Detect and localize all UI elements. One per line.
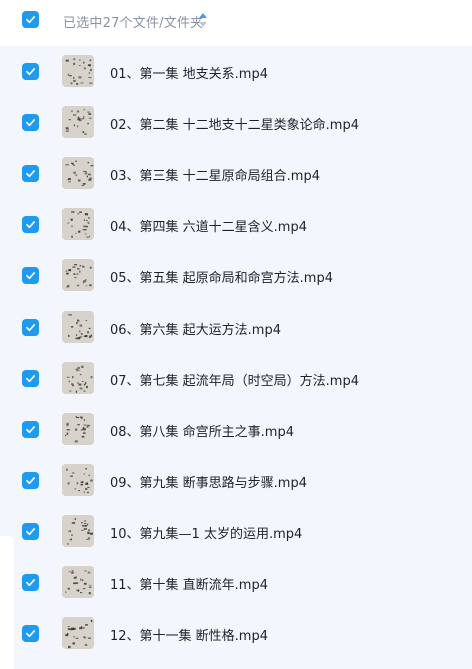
check-icon [26,476,35,484]
file-row[interactable]: 10、第九集—1 太岁的运用.mp4 [0,506,472,557]
file-name[interactable]: 04、第四集 六道十二星含义.mp4 [110,216,307,235]
file-checkbox[interactable] [22,216,39,234]
file-name[interactable]: 01、第一集 地支关系.mp4 [110,63,268,82]
file-row[interactable]: 11、第十集 直断流年.mp4 [0,557,472,608]
file-checkbox[interactable] [22,420,39,438]
video-thumbnail [62,310,94,343]
file-row[interactable]: 09、第九集 断事思路与步骤.mp4 [0,455,472,506]
video-thumbnail [62,361,94,394]
file-name[interactable]: 12、第十一集 断性格.mp4 [110,625,268,644]
video-thumbnail [62,259,94,292]
file-name[interactable]: 05、第五集 起原命局和命宫方法.mp4 [110,267,333,286]
side-panel-edge [0,536,14,669]
selection-header: 已选中27个文件/文件夹 [0,0,472,46]
file-checkbox[interactable] [22,267,39,285]
selection-count-text: 已选中27个文件/文件夹 [63,16,204,31]
file-row[interactable]: 12、第十一集 断性格.mp4 [0,608,472,659]
video-thumbnail [62,106,94,139]
file-checkbox[interactable] [22,114,39,132]
file-row[interactable]: 04、第四集 六道十二星含义.mp4 [0,199,472,250]
select-all-checkbox[interactable] [22,11,39,28]
file-row[interactable]: 06、第六集 起大运方法.mp4 [0,302,472,353]
file-checkbox[interactable] [22,318,39,336]
file-row[interactable]: 05、第五集 起原命局和命宫方法.mp4 [0,250,472,301]
file-name[interactable]: 06、第六集 起大运方法.mp4 [110,319,281,338]
video-thumbnail [62,617,94,650]
file-checkbox[interactable] [22,63,39,80]
file-checkbox[interactable] [22,369,39,387]
check-icon [26,119,35,127]
check-icon [26,221,35,229]
file-checkbox[interactable] [22,522,39,540]
file-row[interactable]: 07、第七集 起流年局（时空局）方法.mp4 [0,353,472,404]
check-icon [26,272,35,280]
check-icon [26,374,35,382]
video-thumbnail [62,208,94,241]
file-checkbox[interactable] [22,574,39,591]
check-icon [26,16,35,24]
check-icon [26,170,35,178]
file-row[interactable]: 03、第三集 十二星原命局组合.mp4 [0,148,472,199]
file-name[interactable]: 03、第三集 十二星原命局组合.mp4 [110,165,320,184]
file-checkbox[interactable] [22,165,39,183]
file-checkbox[interactable] [22,625,39,643]
file-name[interactable]: 08、第八集 命宫所主之事.mp4 [110,421,294,440]
video-thumbnail [62,157,94,190]
file-row[interactable]: 01、第一集 地支关系.mp4 [0,46,472,97]
check-icon [26,527,35,535]
file-name[interactable]: 09、第九集 断事思路与步骤.mp4 [110,472,307,491]
video-thumbnail [62,463,94,496]
file-name[interactable]: 07、第七集 起流年局（时空局）方法.mp4 [110,370,359,389]
video-thumbnail [62,412,94,445]
video-thumbnail [62,566,94,598]
check-icon [26,323,35,331]
file-checkbox[interactable] [22,471,39,489]
check-icon [26,579,35,587]
video-thumbnail [62,514,94,547]
check-icon [26,425,35,433]
file-name[interactable]: 11、第十集 直断流年.mp4 [110,574,268,593]
file-row[interactable]: 02、第二集 十二地支十二星类象论命.mp4 [0,97,472,148]
file-name[interactable]: 02、第二集 十二地支十二星类象论命.mp4 [110,114,359,133]
check-icon [26,630,35,638]
file-name[interactable]: 10、第九集—1 太岁的运用.mp4 [110,523,302,542]
file-row[interactable]: 08、第八集 命宫所主之事.mp4 [0,404,472,455]
video-thumbnail [62,55,94,87]
check-icon [26,68,35,76]
sort-icon[interactable] [198,12,208,28]
